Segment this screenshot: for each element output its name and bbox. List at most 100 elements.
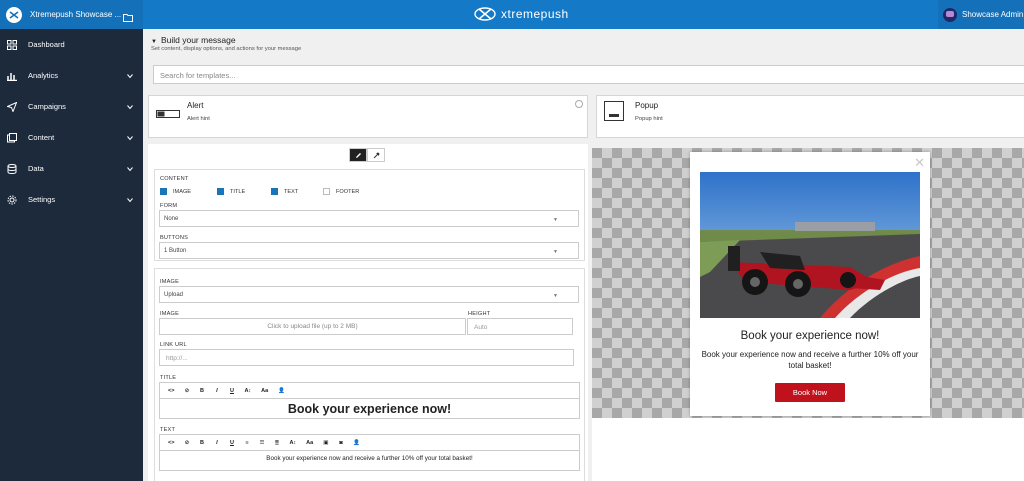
pencil-icon — [355, 152, 361, 158]
dashboard-icon — [7, 39, 17, 50]
sidebar-item-campaigns[interactable]: Campaigns — [0, 91, 143, 122]
ordered-list-icon[interactable]: ≡ — [244, 440, 249, 446]
font-family-icon[interactable]: Aa — [306, 440, 313, 446]
avatar — [943, 7, 957, 22]
footer-checkbox[interactable]: FOOTER — [323, 188, 359, 195]
code-view-icon[interactable]: <> — [168, 388, 174, 394]
paper-plane-icon — [7, 101, 17, 112]
underline-icon[interactable]: U — [229, 388, 234, 394]
chevron-down-icon: ▼ — [553, 293, 558, 299]
title-editor[interactable]: Book your experience now! — [159, 398, 580, 419]
image-label: IMAGE — [160, 279, 180, 285]
form-select[interactable]: None ▼ — [159, 210, 579, 227]
bold-icon[interactable]: B — [199, 440, 204, 446]
image-checkbox[interactable]: IMAGE — [160, 188, 191, 195]
popup-card: ✕ Book your experience now! Book your ex… — [690, 152, 930, 416]
content-panel: CONTENT IMAGE TITLE TEXT FOOTER FORM Non… — [154, 169, 585, 261]
chevron-down-icon — [127, 165, 133, 172]
personalize-icon[interactable]: 👤 — [353, 440, 360, 446]
sidebar-item-data[interactable]: Data — [0, 153, 143, 184]
checkbox-unchecked — [323, 188, 330, 195]
sidebar-item-dashboard[interactable]: Dashboard — [0, 29, 143, 60]
text-editor[interactable]: Book your experience now and receive a f… — [159, 450, 580, 471]
gear-icon — [7, 195, 17, 205]
user-menu[interactable]: Showcase Admin — [938, 0, 1024, 29]
template-radio[interactable] — [575, 100, 583, 108]
template-card-alert[interactable]: Alert Alert hint — [148, 95, 588, 138]
bold-icon[interactable]: B — [199, 388, 204, 394]
image-upload-label: IMAGE — [160, 311, 180, 317]
background-color-icon[interactable]: ◙ — [338, 440, 343, 446]
app-root: Xtremepush Showcase ... xtremepush Showc… — [0, 0, 1024, 481]
image-panel: IMAGE Upload ▼ IMAGE Click to upload file… — [154, 268, 585, 481]
sidebar-item-content[interactable]: Content — [0, 122, 143, 153]
checkbox-label: FOOTER — [336, 188, 360, 195]
checkbox-checked — [271, 188, 278, 195]
bar-chart-icon — [7, 71, 17, 81]
title-label: TITLE — [160, 375, 177, 381]
unordered-list-icon[interactable]: ☰ — [259, 440, 264, 446]
title-checkbox[interactable]: TITLE — [217, 188, 245, 195]
eyedropper-mode-button[interactable] — [367, 148, 385, 162]
template-card-popup[interactable]: Popup Popup hint — [596, 95, 1024, 138]
italic-icon[interactable]: I — [214, 440, 219, 446]
sidebar-item-analytics[interactable]: Analytics — [0, 60, 143, 91]
sidebar-item-label: Dashboard — [28, 40, 65, 49]
message-editor: CONTENT IMAGE TITLE TEXT FOOTER FORM Non… — [148, 144, 588, 481]
chevron-down-icon — [127, 103, 133, 110]
text-color-icon[interactable]: ▣ — [323, 440, 328, 446]
project-switcher[interactable]: Xtremepush Showcase ... — [0, 0, 143, 29]
template-name: Alert — [187, 101, 204, 110]
select-value: 1 Button — [164, 248, 187, 254]
close-icon[interactable]: ✕ — [914, 156, 925, 169]
checkbox-checked — [217, 188, 224, 195]
height-label: HEIGHT — [468, 311, 491, 317]
image-mode-select[interactable]: Upload ▼ — [159, 286, 579, 303]
text-toolbar: <> ⊘ B I U ≡ ☰ ≣ A↕ Aa ▣ ◙ 👤 — [159, 434, 580, 450]
underline-icon[interactable]: U — [229, 440, 234, 446]
chevron-down-icon — [127, 134, 133, 141]
link-url-input[interactable]: http://... — [159, 349, 574, 366]
template-search-input[interactable]: Search for templates... — [153, 65, 1024, 84]
chevron-down-icon: ▼ — [553, 217, 558, 223]
align-icon[interactable]: ≣ — [274, 440, 280, 446]
eyedropper-icon — [373, 151, 380, 158]
italic-icon[interactable]: I — [214, 388, 219, 394]
chevron-down-icon — [127, 196, 133, 203]
sidebar-item-settings[interactable]: Settings — [0, 184, 143, 215]
pencil-mode-button[interactable] — [349, 148, 367, 162]
font-family-icon[interactable]: Aa — [261, 388, 268, 394]
sidebar-item-label: Data — [28, 164, 44, 173]
section-subtitle: Set content, display options, and action… — [151, 46, 302, 52]
clear-format-icon[interactable]: ⊘ — [184, 388, 190, 394]
font-size-icon[interactable]: A↕ — [244, 388, 251, 394]
preview-footer-area — [592, 418, 1024, 481]
project-title: Xtremepush Showcase ... — [30, 10, 122, 19]
title-toolbar: <> ⊘ B I U A↕ Aa 👤 — [159, 382, 580, 398]
clear-format-icon[interactable]: ⊘ — [184, 440, 190, 446]
template-hint: Alert hint — [187, 116, 210, 122]
build-section-header[interactable]: ▼ Build your message Set content, display… — [151, 35, 301, 52]
font-size-icon[interactable]: A↕ — [289, 440, 296, 446]
popup-preview: ✕ Book your experience now! Book your ex… — [592, 148, 1024, 418]
user-name: Showcase Admin — [962, 10, 1024, 19]
text-label: TEXT — [160, 427, 176, 433]
text-checkbox[interactable]: TEXT — [271, 188, 298, 195]
chevron-down-icon: ▼ — [553, 249, 558, 255]
section-title-text: Build your message — [160, 35, 236, 45]
height-input[interactable]: Auto — [467, 318, 573, 335]
folder-icon[interactable] — [123, 9, 133, 22]
buttons-select[interactable]: 1 Button ▼ — [159, 242, 579, 259]
popup-template-icon — [604, 101, 624, 126]
popup-text: Book your experience now and receive a f… — [701, 350, 919, 370]
brand-logo: xtremepush — [474, 7, 569, 21]
checkbox-label: TEXT — [284, 188, 299, 195]
image-upload-field[interactable]: Click to upload file (up to 2 MB) — [159, 318, 466, 335]
sidebar: Dashboard Analytics Campaigns Content Da… — [0, 29, 143, 481]
sidebar-item-label: Content — [28, 133, 55, 142]
chevron-down-icon — [127, 72, 133, 79]
code-view-icon[interactable]: <> — [168, 440, 174, 446]
personalize-icon[interactable]: 👤 — [278, 388, 285, 394]
book-now-button[interactable]: Book Now — [775, 383, 845, 402]
caret-down-icon: ▼ — [151, 39, 157, 45]
